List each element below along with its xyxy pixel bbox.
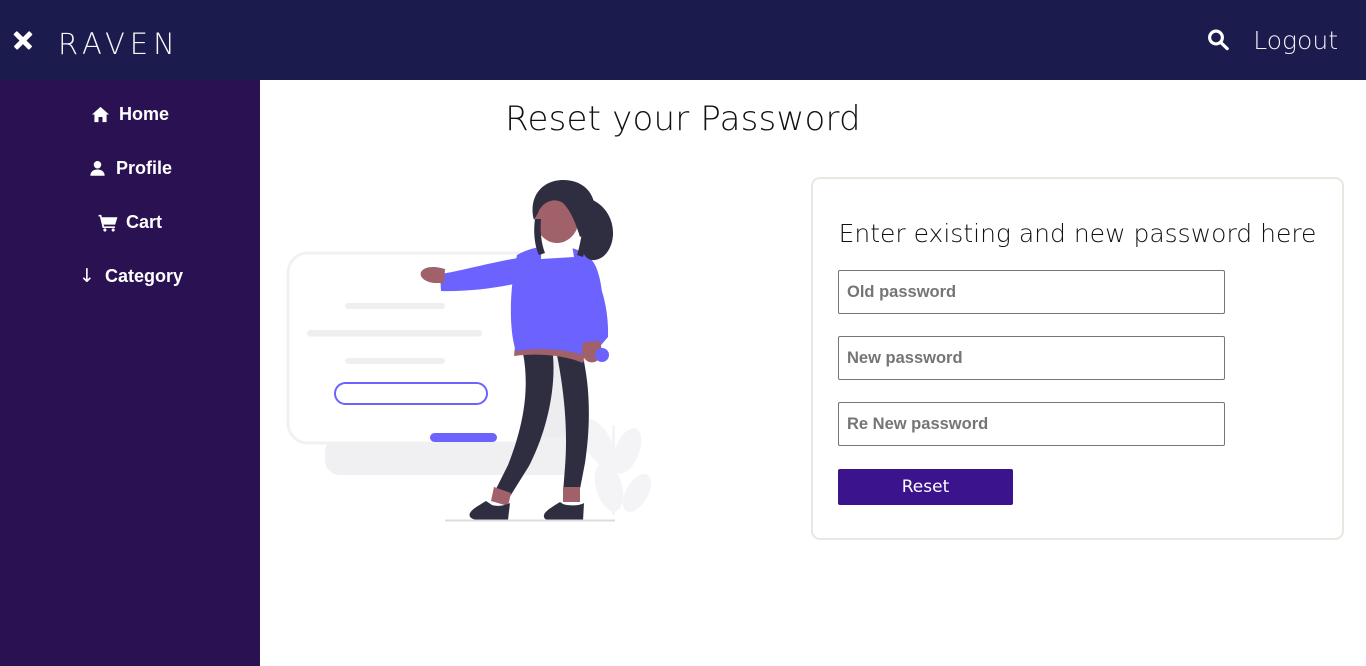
shopping-cart-icon: [98, 213, 118, 233]
user-icon: [88, 159, 108, 179]
header-actions: Logout: [1205, 27, 1366, 53]
sidebar-item-label: Home: [118, 104, 169, 124]
reset-password-illustration: [280, 175, 660, 525]
close-icon[interactable]: [10, 27, 36, 53]
home-icon: [91, 105, 111, 125]
old-password-input[interactable]: [838, 270, 1225, 314]
sidebar-item-category[interactable]: ↓ Category: [0, 260, 260, 293]
reset-button[interactable]: Reset: [838, 469, 1013, 505]
sidebar-item-home[interactable]: Home: [0, 98, 260, 131]
sidebar-item-cart[interactable]: Cart: [0, 206, 260, 239]
sidebar-item-label: Category: [104, 266, 184, 286]
page-title: Reset your Password: [505, 99, 861, 139]
sidebar-item-label: Profile: [115, 158, 172, 178]
sidebar-item-profile[interactable]: Profile: [0, 152, 260, 185]
main-content: Reset your Password Enter existing and n…: [260, 80, 1366, 666]
form-fields: Reset: [813, 270, 1342, 505]
re-new-password-input[interactable]: [838, 402, 1225, 446]
new-password-input[interactable]: [838, 336, 1225, 380]
sidebar-item-label: Cart: [125, 212, 162, 232]
card-heading: Enter existing and new password here: [838, 219, 1317, 248]
arrow-down-icon: ↓: [79, 265, 95, 287]
logout-button[interactable]: Logout: [1253, 28, 1338, 53]
sidebar: Home Profile Cart ↓ Category: [0, 80, 260, 666]
reset-password-card: Enter existing and new password here Res…: [811, 177, 1344, 540]
top-header: Raven Logout: [0, 0, 1366, 80]
brand-logo[interactable]: Raven: [58, 19, 180, 61]
search-icon[interactable]: [1205, 27, 1231, 53]
